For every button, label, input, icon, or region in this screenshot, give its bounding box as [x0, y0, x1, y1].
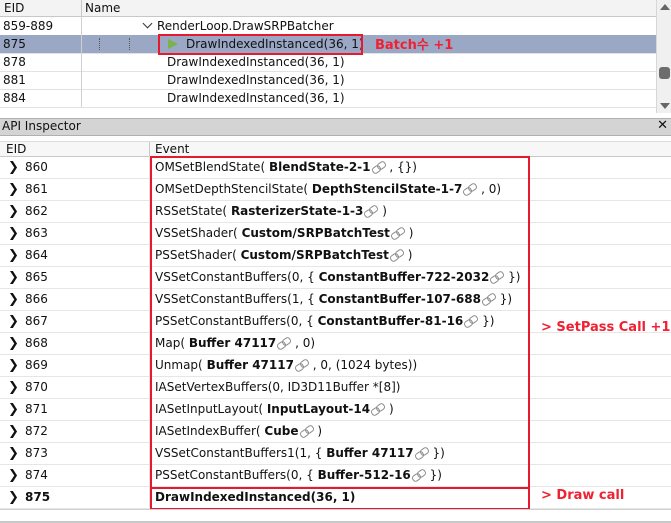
- panel-title: API Inspector: [2, 119, 81, 133]
- chevron-right-icon[interactable]: ❯: [8, 182, 19, 197]
- api-inspector-titlebar: API Inspector ✕: [0, 118, 671, 136]
- column-event[interactable]: Event: [155, 142, 189, 156]
- highlight-box-selected-draw: [158, 34, 363, 55]
- chevron-right-icon[interactable]: ❯: [8, 336, 19, 351]
- divider: [0, 509, 671, 510]
- scroll-down-icon[interactable]: [660, 103, 670, 109]
- event-browser-header: EID Name: [0, 0, 656, 17]
- column-eid[interactable]: EID: [4, 1, 24, 15]
- api-call-eid: 873: [25, 446, 48, 460]
- scrollbar-thumb[interactable]: [659, 67, 670, 79]
- api-call-eid: 869: [25, 358, 48, 372]
- event-name: DrawIndexedInstanced(36, 1): [167, 91, 345, 105]
- api-call-eid: 866: [25, 292, 48, 306]
- api-call-eid: 870: [25, 380, 48, 394]
- event-name: DrawIndexedInstanced(36, 1): [167, 55, 345, 69]
- api-call-eid: 862: [25, 204, 48, 218]
- api-call-eid: 872: [25, 424, 48, 438]
- scroll-up-icon[interactable]: [660, 4, 670, 10]
- chevron-right-icon[interactable]: ❯: [8, 314, 19, 329]
- api-call-eid: 874: [25, 468, 48, 482]
- api-call-eid: 875: [25, 490, 51, 504]
- event-eid: 881: [3, 73, 26, 87]
- chevron-right-icon[interactable]: ❯: [8, 446, 19, 461]
- chevron-right-icon[interactable]: ❯: [8, 270, 19, 285]
- api-call-eid: 867: [25, 314, 48, 328]
- chevron-right-icon[interactable]: ❯: [8, 424, 19, 439]
- api-call-eid: 860: [25, 160, 48, 174]
- api-call-eid: 865: [25, 270, 48, 284]
- event-row[interactable]: 884 DrawIndexedInstanced(36, 1): [0, 89, 656, 108]
- highlight-box-state-changes: [150, 156, 530, 489]
- api-call-eid: 863: [25, 226, 48, 240]
- chevron-right-icon[interactable]: ❯: [8, 358, 19, 373]
- inspector-header: EID Event: [0, 141, 671, 157]
- event-browser: EID Name 859-889 RenderLoop.DrawSRPBatch…: [0, 0, 671, 113]
- api-call-eid: 861: [25, 182, 48, 196]
- chevron-right-icon[interactable]: ❯: [8, 380, 19, 395]
- chevron-right-icon[interactable]: ❯: [8, 160, 19, 175]
- api-call-eid: 871: [25, 402, 48, 416]
- event-name: DrawIndexedInstanced(36, 1): [167, 73, 345, 87]
- chevron-right-icon[interactable]: ❯: [8, 292, 19, 307]
- annotation-drawcall: > Draw call: [541, 488, 625, 503]
- event-row[interactable]: 881 DrawIndexedInstanced(36, 1): [0, 71, 656, 90]
- event-eid: 878: [3, 55, 26, 69]
- event-row[interactable]: 878 DrawIndexedInstanced(36, 1): [0, 53, 656, 72]
- close-icon[interactable]: ✕: [657, 118, 668, 133]
- chevron-right-icon[interactable]: ❯: [8, 402, 19, 417]
- column-name[interactable]: Name: [85, 1, 120, 15]
- column-eid[interactable]: EID: [6, 142, 26, 156]
- chevron-down-icon[interactable]: [142, 18, 153, 29]
- chevron-right-icon[interactable]: ❯: [8, 468, 19, 483]
- chevron-right-icon[interactable]: ❯: [8, 226, 19, 241]
- chevron-right-icon[interactable]: ❯: [8, 490, 19, 505]
- event-name: RenderLoop.DrawSRPBatcher: [142, 18, 334, 33]
- vertical-scrollbar[interactable]: [656, 0, 671, 113]
- chevron-right-icon[interactable]: ❯: [8, 204, 19, 219]
- chevron-right-icon[interactable]: ❯: [8, 248, 19, 263]
- event-eid: 884: [3, 91, 26, 105]
- event-eid: 859-889: [3, 19, 54, 33]
- event-eid: 875: [3, 37, 26, 51]
- annotation-batch: Batch수 +1: [375, 38, 454, 53]
- api-call-eid: 868: [25, 336, 48, 350]
- api-call-eid: 864: [25, 248, 48, 262]
- highlight-box-draw-call: [150, 487, 530, 510]
- annotation-setpass: > SetPass Call +1: [541, 320, 671, 335]
